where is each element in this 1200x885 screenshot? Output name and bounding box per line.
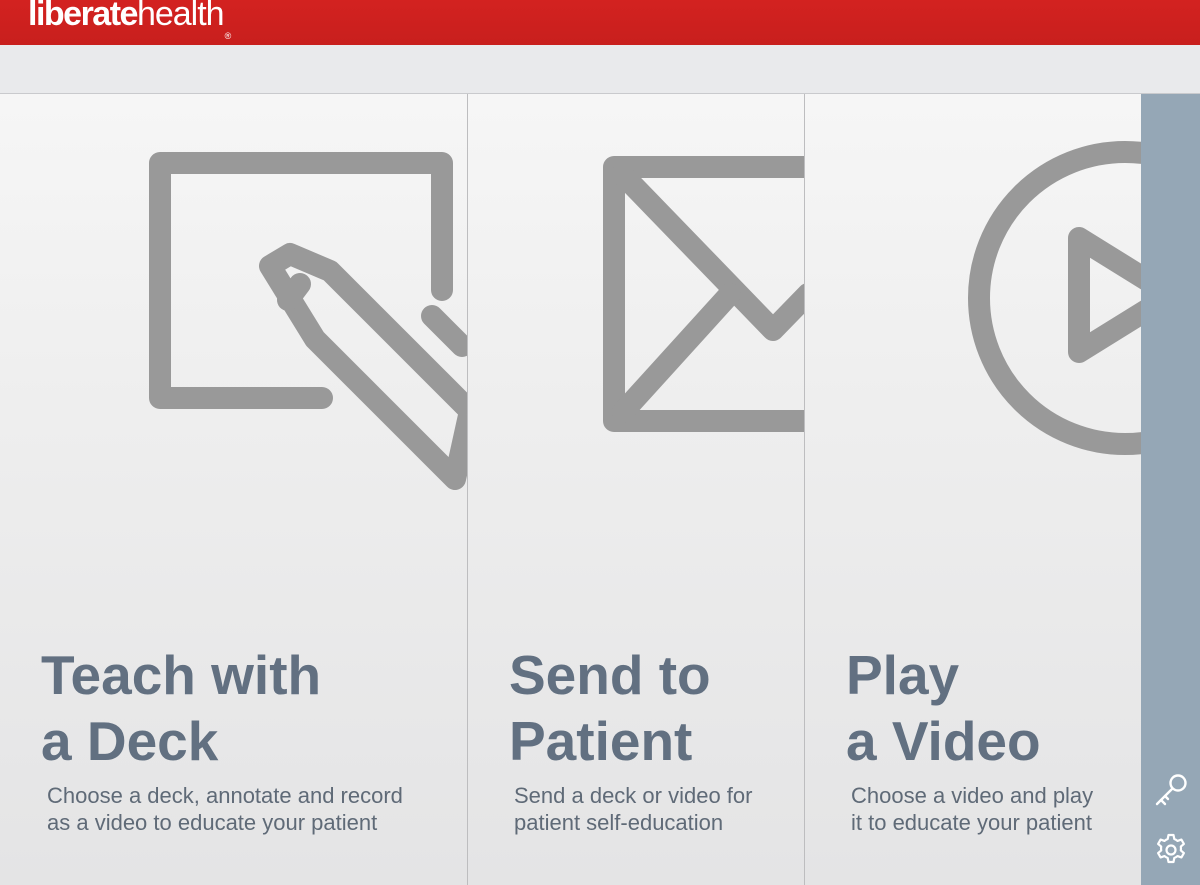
right-sidebar <box>1141 94 1200 885</box>
liberatehealth-logo: liberatehealth® <box>28 0 231 41</box>
panel-title: Teach with a Deck <box>41 644 322 772</box>
panel-title: Play a Video <box>846 644 1041 772</box>
panel-description: Choose a video and play it to educate yo… <box>851 783 1094 835</box>
panel-description: Choose a deck, annotate and record as a … <box>47 783 403 835</box>
toolbar-strip <box>0 45 1200 94</box>
send-to-patient-card[interactable]: Send to Patient Send a deck or video for… <box>468 94 805 885</box>
key-icon[interactable] <box>1151 770 1191 815</box>
play-a-video-card[interactable]: Play a Video Choose a video and play it … <box>805 94 1141 885</box>
teach-with-deck-card[interactable]: Teach with a Deck Choose a deck, annotat… <box>0 94 468 885</box>
panel-description: Send a deck or video for patient self-ed… <box>514 783 753 835</box>
app-header: liberatehealth® <box>0 0 1200 45</box>
gear-icon[interactable] <box>1151 830 1191 875</box>
panel-title: Send to Patient <box>509 644 711 772</box>
